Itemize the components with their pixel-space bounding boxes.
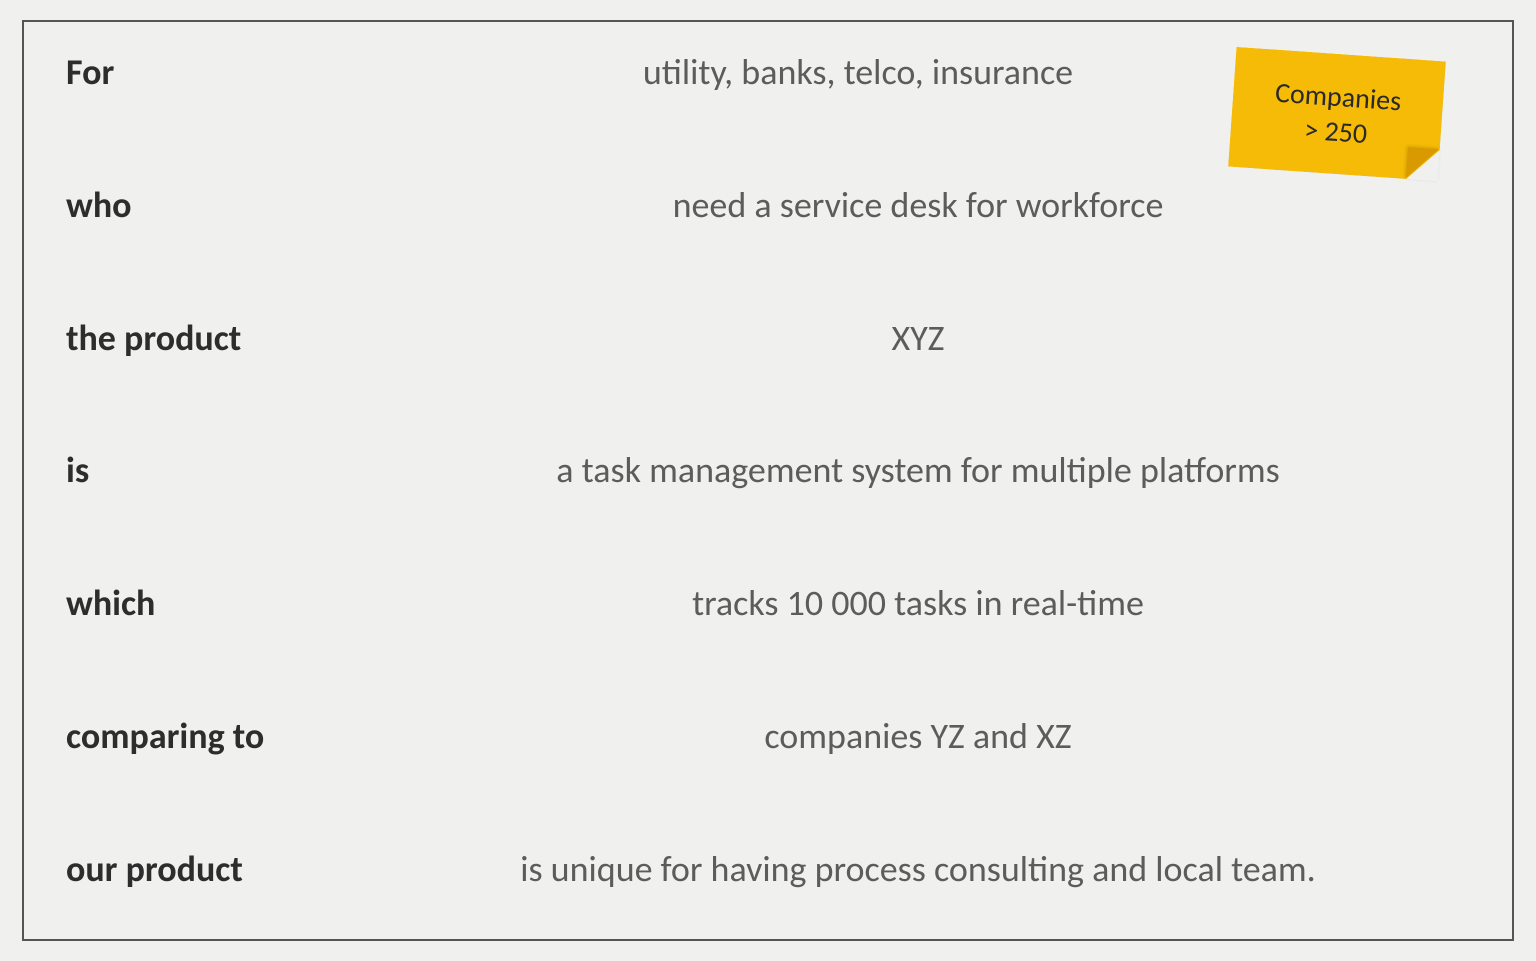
row-comparing: comparing to companies YZ and XZ <box>66 714 1470 758</box>
value-product: XYZ <box>892 316 945 360</box>
label-which: which <box>66 581 366 625</box>
row-our-product: our product is unique for having process… <box>66 847 1470 891</box>
row-which: which tracks 10 000 tasks in real-time <box>66 581 1470 625</box>
value-is: a task management system for multiple pl… <box>556 448 1279 492</box>
label-product: the product <box>66 316 366 360</box>
row-who: who need a service desk for workforce <box>66 183 1470 227</box>
sticky-note-line1: Companies <box>1274 75 1402 119</box>
value-for: utility, banks, telco, insurance <box>643 50 1073 94</box>
sticky-note-line2: > 250 <box>1303 112 1368 151</box>
value-comparing: companies YZ and XZ <box>764 714 1071 758</box>
value-who: need a service desk for workforce <box>673 183 1164 227</box>
slide-frame: For utility, banks, telco, insurance who… <box>22 20 1514 941</box>
row-is: is a task management system for multiple… <box>66 448 1470 492</box>
label-for: For <box>66 50 366 94</box>
row-product: the product XYZ <box>66 316 1470 360</box>
value-our-product: is unique for having process consulting … <box>520 847 1316 891</box>
value-which: tracks 10 000 tasks in real-time <box>692 581 1144 625</box>
label-is: is <box>66 448 366 492</box>
label-comparing: comparing to <box>66 714 366 758</box>
label-who: who <box>66 183 366 227</box>
positioning-rows: For utility, banks, telco, insurance who… <box>66 50 1470 891</box>
sticky-note: Companies > 250 <box>1228 47 1446 181</box>
label-our-product: our product <box>66 847 366 891</box>
